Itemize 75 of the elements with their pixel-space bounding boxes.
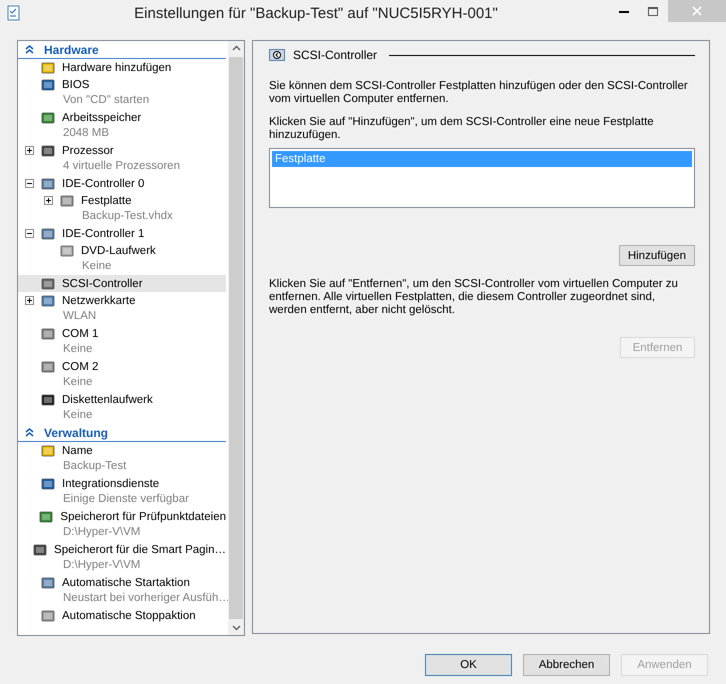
item-detail: 4 virtuelle Prozessoren [62,159,181,174]
device-icon [38,508,54,524]
tree-item[interactable]: Diskettenlaufwerk Keine [18,391,226,424]
expand-icon[interactable] [44,196,52,205]
item-detail: Neustart bei vorheriger Ausfüh… [62,591,226,606]
device-icon [59,242,75,258]
device-icon [59,192,75,208]
tree-item[interactable]: Arbeitsspeicher 2048 MB [18,109,226,142]
item-detail: Von "CD" starten [62,93,150,108]
collapse-icon [25,428,34,437]
tree-item[interactable]: COM 1 Keine [18,325,226,358]
item-detail: WLAN [62,309,98,324]
tree-item[interactable]: IDE-Controller 1 [18,225,226,242]
device-icon [40,226,56,242]
tree-item[interactable]: IDE-Controller 0 [18,175,226,192]
tree-item[interactable]: Festplatte Backup-Test.vhdx [18,192,226,225]
device-icon [40,608,56,624]
device-icon [40,358,56,374]
panel-title: SCSI-Controller [293,48,378,62]
collapse-icon[interactable] [24,179,34,188]
device-icon [40,326,56,342]
expand-icon[interactable] [24,146,34,155]
item-detail: Einige Dienste verfügbar [62,492,190,507]
tree-item[interactable]: Speicherort für Prüfpunktdateien D:\Hyper-V\VM [18,508,226,541]
collapse-icon [25,45,34,54]
device-icon [40,60,56,76]
collapse-icon[interactable] [24,229,34,238]
section-header[interactable]: Verwaltung [18,424,226,442]
add-button[interactable]: Hinzufügen [618,245,695,266]
item-detail: Backup-Test [62,459,128,474]
item-detail: Backup-Test.vhdx [81,209,174,224]
device-icon [40,476,56,492]
tree-item[interactable]: Netzwerkkarte WLAN [18,292,226,325]
close-icon [692,6,702,16]
item-detail: Keine [62,408,94,423]
tree-item[interactable]: Automatische Stoppaktion [18,607,226,624]
device-icon [32,542,48,558]
tree-item[interactable]: Speicherort für die Smart Pagin… D:\Hyper-V\VM [18,541,226,574]
item-detail: Keine [62,342,94,357]
section-header[interactable]: Hardware [18,41,226,59]
tree-item[interactable]: SCSI-Controller [18,275,226,292]
device-icon [40,292,56,308]
tree-item[interactable]: DVD-Laufwerk Keine [18,242,226,275]
device-icon [40,76,56,92]
device-icon [40,142,56,158]
tree-item[interactable]: Integrationsdienste Einige Dienste verfügbar [18,475,226,508]
device-icon [40,276,56,292]
remove-hint-text: Klicken Sie auf "Entfernen", um den SCSI-Controller vom virtuellen Computer zu entfernen. Alle virtuellen Festplatten, die diesem Controller zugeordnet sind, werden entfernt, aber nicht gelöscht. [269,278,679,317]
item-detail: Keine [62,375,94,390]
maximize-icon [648,6,658,16]
tree-item[interactable]: Automatische Startaktion Neustart bei vorheriger Ausfüh… [18,574,226,607]
device-icon [40,110,56,126]
item-detail: D:\Hyper-V\VM [62,525,142,540]
tree-item[interactable]: Prozessor 4 virtuelle Prozessoren [18,142,226,175]
window-title: Einstellungen für "Backup-Test" auf "NUC5I5RYH-001" [133,4,499,22]
dialog-button[interactable]: OK [425,654,512,676]
device-icon [40,392,56,408]
expand-icon[interactable] [24,296,34,305]
dialog-button[interactable]: Abbrechen [523,654,610,676]
item-detail: 2048 MB [62,126,110,141]
device-icon [40,574,56,590]
device-icon [40,176,56,192]
minimize-icon [619,10,629,12]
item-detail: D:\Hyper-V\VM [62,558,142,573]
add-hint-text: Klicken Sie auf "Hinzufügen", um dem SCSI-Controller eine neue Festplatte hinzuzufügen. [269,116,655,142]
scrollbar[interactable] [228,41,244,635]
tree-item[interactable]: Name Backup-Test [18,442,226,475]
tree-item[interactable]: Hardware hinzufügen [18,59,226,76]
tree-item[interactable]: BIOS Von "CD" starten [18,76,226,109]
description-text: Sie können dem SCSI-Controller Festplatten hinzufügen oder den SCSI-Controller vom virtuellen Computer entfernen. [269,80,689,106]
item-detail: Keine [81,259,112,274]
tree-item[interactable]: COM 2 Keine [18,358,226,391]
app-icon [6,5,22,21]
controller-icon [269,48,285,62]
device-icon [40,442,56,458]
